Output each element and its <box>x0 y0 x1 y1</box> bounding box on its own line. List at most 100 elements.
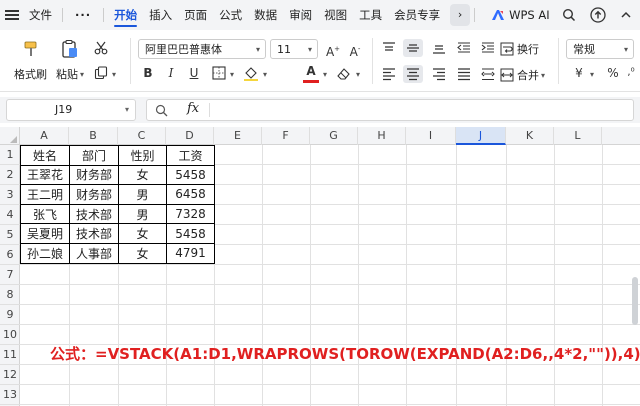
align-center-button[interactable] <box>403 65 423 83</box>
table-cell[interactable]: 王翠花 <box>20 164 70 186</box>
chevron-down-icon[interactable]: ▾ <box>541 71 545 80</box>
column-header-B[interactable]: B <box>69 127 118 145</box>
borders-icon[interactable] <box>212 66 226 80</box>
clear-dropdown-icon[interactable]: ▾ <box>356 70 360 79</box>
row-header[interactable]: 4 <box>0 205 20 225</box>
row-header[interactable]: 8 <box>0 285 20 305</box>
align-middle-button[interactable] <box>403 39 423 57</box>
align-left-icon[interactable] <box>382 67 396 81</box>
column-header-J[interactable]: J <box>456 127 506 145</box>
table-cell[interactable]: 6458 <box>166 184 215 205</box>
format-painter-label[interactable]: 格式刷 <box>14 66 47 82</box>
table-cell[interactable]: 4791 <box>166 242 215 264</box>
column-header-I[interactable]: I <box>406 127 456 145</box>
table-cell[interactable]: 王二明 <box>20 184 70 205</box>
formula-input-area[interactable]: fx <box>146 99 634 121</box>
table-cell[interactable]: 财务部 <box>69 164 119 186</box>
more-tabs-button[interactable]: › <box>450 4 471 26</box>
cloud-upload-icon[interactable] <box>590 7 606 23</box>
increase-font-size-icon[interactable]: A+ <box>324 40 342 59</box>
tab-tools[interactable]: 工具 <box>353 0 388 30</box>
column-header-G[interactable]: G <box>310 127 358 145</box>
row-header[interactable]: 1 <box>0 145 20 165</box>
row-header[interactable]: 5 <box>0 225 20 245</box>
paste-clipboard-icon[interactable] <box>60 39 80 59</box>
column-header-E[interactable]: E <box>214 127 262 145</box>
header-cell[interactable]: 性别 <box>118 145 167 166</box>
table-cell[interactable]: 女 <box>118 242 167 264</box>
clear-format-eraser-icon[interactable] <box>336 65 352 81</box>
font-size-select[interactable]: 11 ▾ <box>270 39 318 59</box>
wps-ai-button[interactable]: WPS AI <box>491 8 550 22</box>
cut-scissors-icon[interactable] <box>94 41 108 55</box>
chevron-down-icon[interactable]: ▾ <box>125 100 129 120</box>
table-cell[interactable]: 张飞 <box>20 203 70 225</box>
more-menu-button[interactable]: ··· <box>67 0 99 30</box>
tab-member[interactable]: 会员专享 <box>388 0 446 30</box>
tab-insert[interactable]: 插入 <box>143 0 178 30</box>
select-all-corner[interactable] <box>0 127 20 145</box>
header-cell[interactable]: 部门 <box>69 145 119 166</box>
collapse-ribbon-icon[interactable] <box>620 9 632 21</box>
table-cell[interactable]: 女 <box>118 164 167 186</box>
insert-function-button[interactable]: fx <box>187 101 199 116</box>
table-cell[interactable]: 财务部 <box>69 184 119 205</box>
tab-data[interactable]: 数据 <box>248 0 283 30</box>
align-bottom-icon[interactable] <box>432 41 446 55</box>
row-header[interactable]: 9 <box>0 305 20 325</box>
row-header[interactable]: 13 <box>0 385 20 405</box>
distributed-align-icon[interactable] <box>481 67 495 81</box>
borders-dropdown-icon[interactable]: ▾ <box>230 70 234 79</box>
column-header-D[interactable]: D <box>166 127 214 145</box>
row-header[interactable]: 6 <box>0 245 20 265</box>
row-header[interactable]: 2 <box>0 165 20 185</box>
wrap-text-button[interactable]: 换行 <box>500 41 539 57</box>
format-painter-icon[interactable] <box>22 40 40 58</box>
vertical-scrollbar-thumb[interactable] <box>632 277 638 325</box>
row-header[interactable]: 12 <box>0 365 20 385</box>
table-cell[interactable]: 孙二娘 <box>20 242 70 264</box>
cell-area[interactable]: 姓名 部门 性别 工资 王翠花 财务部 女 5458 王二明 财务部 男 645… <box>20 145 640 406</box>
column-header-K[interactable]: K <box>506 127 554 145</box>
paste-button[interactable]: 粘贴 ▾ <box>56 66 84 82</box>
tab-home[interactable]: 开始 <box>108 0 143 30</box>
column-header-F[interactable]: F <box>262 127 310 145</box>
copy-dropdown-icon[interactable]: ▾ <box>112 70 116 79</box>
hamburger-menu-icon[interactable] <box>5 10 19 20</box>
bold-button[interactable]: B <box>139 64 157 82</box>
row-header[interactable]: 10 <box>0 325 20 345</box>
currency-dropdown-icon[interactable]: ▾ <box>590 70 594 79</box>
chevron-down-icon[interactable]: ▾ <box>80 70 84 79</box>
table-cell[interactable]: 5458 <box>166 223 215 244</box>
table-cell[interactable]: 7328 <box>166 203 215 225</box>
name-box[interactable]: J19 ▾ <box>6 99 136 121</box>
table-cell[interactable]: 5458 <box>166 164 215 186</box>
font-color-button[interactable]: A <box>302 62 320 80</box>
currency-button[interactable]: ¥ <box>570 64 588 82</box>
menu-file[interactable]: 文件 <box>23 0 58 30</box>
row-header[interactable]: 3 <box>0 185 20 205</box>
table-cell[interactable]: 技术部 <box>69 203 119 225</box>
align-right-icon[interactable] <box>432 67 446 81</box>
font-color-dropdown-icon[interactable]: ▾ <box>323 70 327 79</box>
tab-formulas[interactable]: 公式 <box>213 0 248 30</box>
merge-cells-button[interactable]: 合并 ▾ <box>500 67 545 83</box>
justify-icon[interactable] <box>457 67 471 81</box>
tab-page[interactable]: 页面 <box>178 0 213 30</box>
decrease-font-size-icon[interactable]: A- <box>346 40 364 59</box>
fill-color-dropdown-icon[interactable]: ▾ <box>263 70 267 79</box>
column-header-C[interactable]: C <box>118 127 166 145</box>
align-top-icon[interactable] <box>382 41 396 55</box>
tab-view[interactable]: 视图 <box>318 0 353 30</box>
column-header-L[interactable]: L <box>554 127 602 145</box>
table-cell[interactable]: 男 <box>118 203 167 225</box>
thousands-separator-icon[interactable]: ,⁰ <box>624 64 638 82</box>
header-cell[interactable]: 姓名 <box>20 145 70 166</box>
header-cell[interactable]: 工资 <box>166 145 215 166</box>
search-icon[interactable] <box>562 8 576 22</box>
row-header[interactable]: 11 <box>0 345 20 365</box>
zoom-magnifier-icon[interactable] <box>155 104 168 117</box>
number-format-select[interactable]: 常规 ▾ <box>566 39 634 59</box>
table-cell[interactable]: 男 <box>118 184 167 205</box>
indent-increase-icon[interactable] <box>481 41 495 55</box>
